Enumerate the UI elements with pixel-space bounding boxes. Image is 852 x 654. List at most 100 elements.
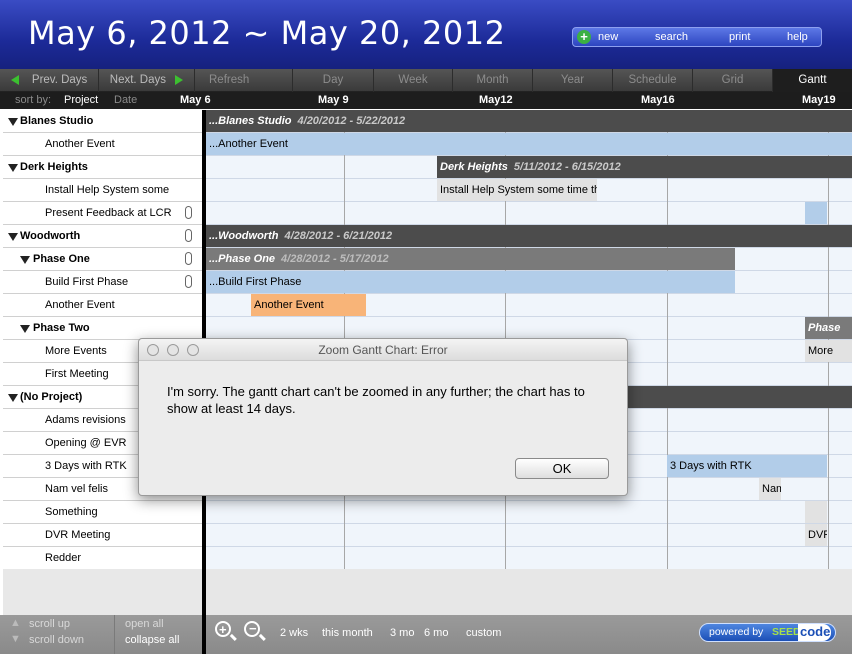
gantt-bar-event[interactable]: Nam xyxy=(759,478,781,500)
collapse-triangle-icon[interactable] xyxy=(20,256,30,264)
list-item[interactable]: Derk Heights xyxy=(3,156,202,179)
row-label: Present Feedback at LCR xyxy=(45,207,172,219)
help-button[interactable]: help xyxy=(787,31,808,43)
gantt-bar-phase[interactable]: Phase xyxy=(805,317,852,339)
date-header-may16: May16 xyxy=(641,94,675,106)
range-6mo-button[interactable]: 6 mo xyxy=(424,627,448,639)
print-button[interactable]: print xyxy=(729,31,750,43)
refresh-button[interactable]: Refresh xyxy=(194,69,292,92)
list-item[interactable]: DVR Meeting xyxy=(3,524,202,547)
tab-day[interactable]: Day xyxy=(292,69,373,92)
list-item[interactable]: Another Event xyxy=(3,133,202,156)
tab-gantt[interactable]: Gantt xyxy=(772,69,852,92)
ok-button[interactable]: OK xyxy=(515,458,609,479)
row-label: Nam vel felis xyxy=(45,483,108,495)
gantt-bar-event[interactable]: DVR xyxy=(805,524,827,546)
right-arrow-icon xyxy=(175,74,184,85)
grid-row xyxy=(206,524,852,547)
dialog-titlebar[interactable]: Zoom Gantt Chart: Error xyxy=(139,339,627,361)
bar-dates: 4/28/2012 - 5/17/2012 xyxy=(281,253,389,265)
collapse-triangle-icon[interactable] xyxy=(8,164,18,172)
down-arrow-icon[interactable]: ▼ xyxy=(10,633,21,645)
next-days-label: Next. Days xyxy=(109,74,167,86)
collapse-triangle-icon[interactable] xyxy=(8,394,18,402)
list-item[interactable]: Another Event xyxy=(3,294,202,317)
row-label: More Events xyxy=(45,345,107,357)
search-button[interactable]: search xyxy=(655,31,688,43)
gantt-bar-phase[interactable]: ...Phase One 4/28/2012 - 5/17/2012 xyxy=(206,248,735,270)
gantt-bar-project[interactable]: Derk Heights 5/11/2012 - 6/15/2012 xyxy=(437,156,852,178)
gantt-bar-event[interactable]: ...Another Event xyxy=(206,133,852,155)
tab-week[interactable]: Week xyxy=(373,69,452,92)
date-range-title: May 6, 2012 ~ May 20, 2012 xyxy=(28,14,506,52)
row-label: Another Event xyxy=(45,299,115,311)
grid-row xyxy=(206,317,852,340)
zoom-out-icon[interactable]: − xyxy=(244,621,260,637)
zoom-in-icon[interactable]: + xyxy=(215,621,231,637)
up-arrow-icon[interactable]: ▲ xyxy=(10,617,21,629)
next-days-button[interactable]: Next. Days xyxy=(98,69,194,92)
list-item[interactable]: Phase Two xyxy=(3,317,202,340)
list-item[interactable]: Present Feedback at LCR xyxy=(3,202,202,225)
list-item[interactable]: Build First Phase xyxy=(3,271,202,294)
collapse-all-button[interactable]: collapse all xyxy=(125,634,179,646)
row-label: Phase One xyxy=(33,253,90,265)
row-label: Install Help System some xyxy=(45,184,170,196)
prev-days-button[interactable]: Prev. Days xyxy=(0,69,98,92)
row-label: Build First Phase xyxy=(45,276,129,288)
grid-row xyxy=(206,547,852,569)
scroll-up-button[interactable]: scroll up xyxy=(29,618,70,630)
list-item[interactable]: Woodworth xyxy=(3,225,202,248)
row-label: Woodworth xyxy=(20,230,81,242)
tab-schedule[interactable]: Schedule xyxy=(612,69,692,92)
row-label: DVR Meeting xyxy=(45,529,111,541)
list-item[interactable]: Phase One xyxy=(3,248,202,271)
gantt-bar-event[interactable] xyxy=(805,202,827,224)
list-item[interactable]: Redder xyxy=(3,547,202,570)
gantt-bar-event[interactable]: Another Event xyxy=(251,294,366,316)
collapse-triangle-icon[interactable] xyxy=(20,325,30,333)
prev-days-label: Prev. Days xyxy=(31,74,88,86)
sort-date-button[interactable]: Date xyxy=(114,94,137,106)
powered-by-badge[interactable]: powered by SEED code xyxy=(699,623,836,642)
footer-divider xyxy=(202,615,206,654)
open-all-button[interactable]: open all xyxy=(125,618,164,630)
bar-dates: 5/11/2012 - 6/15/2012 xyxy=(513,161,621,173)
date-header-may12: May12 xyxy=(479,94,513,106)
footer-divider xyxy=(114,615,115,654)
list-item[interactable]: Blanes Studio xyxy=(3,110,202,133)
range-custom-button[interactable]: custom xyxy=(466,627,501,639)
row-label: Blanes Studio xyxy=(20,115,94,127)
view-navbar: Prev. Days Next. Days Refresh Day Week M… xyxy=(0,69,852,92)
range-3mo-button[interactable]: 3 mo xyxy=(390,627,414,639)
tab-month[interactable]: Month xyxy=(452,69,532,92)
list-item[interactable]: Install Help System some xyxy=(3,179,202,202)
bar-dates: 4/20/2012 - 5/22/2012 xyxy=(297,115,406,127)
collapse-triangle-icon[interactable] xyxy=(8,118,18,126)
gantt-bar-event[interactable] xyxy=(805,501,827,523)
gantt-bar-event[interactable]: More xyxy=(805,340,852,362)
row-label: Opening @ EVR xyxy=(45,437,127,449)
scroll-down-button[interactable]: scroll down xyxy=(29,634,84,646)
collapse-triangle-icon[interactable] xyxy=(8,233,18,241)
tab-grid[interactable]: Grid xyxy=(692,69,772,92)
gantt-bar-event[interactable]: 3 Days with RTK xyxy=(667,455,827,477)
gantt-bar-event[interactable]: ...Build First Phase xyxy=(206,271,735,293)
range-this-month-button[interactable]: this month xyxy=(322,627,373,639)
date-header-may6: May 6 xyxy=(180,94,211,106)
plus-icon[interactable]: + xyxy=(577,30,591,44)
row-label: Redder xyxy=(45,552,82,564)
row-label: Derk Heights xyxy=(20,161,88,173)
paperclip-icon xyxy=(185,275,192,288)
gantt-bar-event[interactable]: Install Help System some time this xyxy=(437,179,597,201)
top-button-bar: + new search print help xyxy=(572,27,822,47)
row-label: 3 Days with RTK xyxy=(45,460,127,472)
sort-project-button[interactable]: Project xyxy=(64,94,98,106)
gantt-bar-project[interactable]: ...Blanes Studio 4/20/2012 - 5/22/2012 xyxy=(206,110,852,132)
powered-by-label: powered by xyxy=(709,626,764,638)
list-item[interactable]: Something xyxy=(3,501,202,524)
new-button[interactable]: new xyxy=(598,31,618,43)
range-2wks-button[interactable]: 2 wks xyxy=(280,627,308,639)
gantt-bar-project[interactable]: ...Woodworth 4/28/2012 - 6/21/2012 xyxy=(206,225,852,247)
tab-year[interactable]: Year xyxy=(532,69,612,92)
